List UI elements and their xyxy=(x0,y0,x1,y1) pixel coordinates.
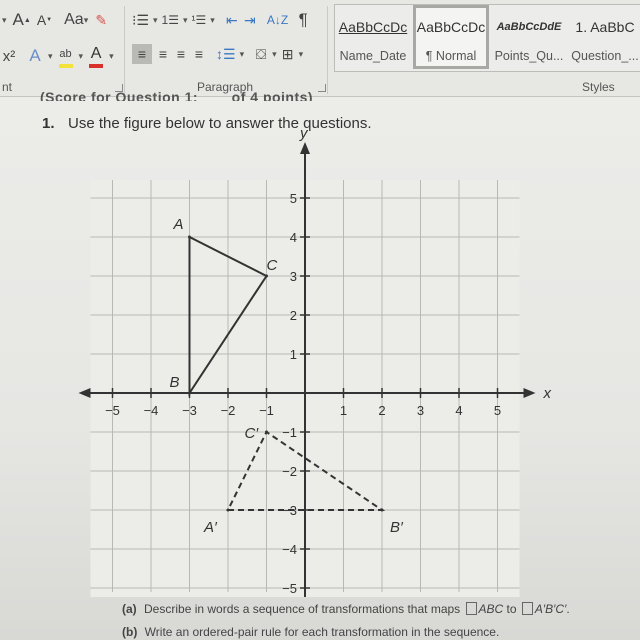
x-axis-label: x xyxy=(543,385,552,402)
styles-gallery: AaBbCcDc Name_Date AaBbCcDc ¶ Normal AaB… xyxy=(334,4,640,72)
clear-formatting-icon[interactable]: ✎ xyxy=(94,10,108,30)
font-group-label: nt xyxy=(2,80,13,94)
align-right-icon[interactable]: ≡ xyxy=(174,44,188,64)
grow-font-icon[interactable]: A ▲ xyxy=(13,10,31,30)
style-question[interactable]: 1. AaBbC Question_... xyxy=(567,5,640,69)
coordinate-graph: xy −5 −4 −3 −2 −1 1 2 3 4 5−5−4−3−2−112345 ABCA′ B… xyxy=(78,125,552,597)
y-tick-label: −2 xyxy=(282,464,297,479)
x-tick-label: 4 xyxy=(455,403,462,418)
align-left-icon[interactable]: ≡ xyxy=(132,44,152,64)
style-name-date[interactable]: AaBbCcDc Name_Date xyxy=(335,5,411,69)
highlight-color-icon[interactable]: ab xyxy=(58,44,73,68)
vertex-label: A′ xyxy=(203,519,218,536)
y-tick-label: −5 xyxy=(282,581,297,596)
numbering-icon[interactable]: 1☰ xyxy=(162,10,179,30)
show-formatting-marks-icon[interactable]: ¶ xyxy=(296,10,310,30)
triangle-symbol xyxy=(521,602,533,615)
x-axis-arrow-left xyxy=(78,388,91,398)
period: . xyxy=(566,602,570,616)
vertex-point xyxy=(265,430,268,434)
decrease-indent-icon[interactable]: ⇤ xyxy=(225,10,239,30)
document-page[interactable]: (Score for Question 1: ___ of 4 points) … xyxy=(0,89,640,640)
font-group-row-2: x² A ▾ ab ▾ A ▾ xyxy=(2,44,114,68)
x-axis-arrow-right xyxy=(523,388,536,398)
y-axis-arrow-up xyxy=(300,142,310,154)
triangle-symbol xyxy=(465,602,477,615)
increase-indent-icon[interactable]: ⇥ xyxy=(243,10,257,30)
connector-text: to xyxy=(506,602,517,616)
style-points-question[interactable]: AaBbCcDdE Points_Qu... xyxy=(491,5,567,69)
style-normal[interactable]: AaBbCcDc ¶ Normal xyxy=(413,5,489,69)
style-name: Points_Qu... xyxy=(494,49,564,63)
y-axis-label: y xyxy=(299,125,309,142)
style-sample: 1. AaBbC xyxy=(575,19,635,35)
text-effects-icon[interactable]: A xyxy=(28,46,42,66)
vertex-label: B′ xyxy=(390,519,404,536)
vertex-point xyxy=(188,235,191,239)
sub-question-a: (a) Describe in words a sequence of tran… xyxy=(122,602,570,616)
x-tick-label: −3 xyxy=(182,403,197,418)
style-name: ¶ Normal xyxy=(425,49,477,63)
y-tick-label: 1 xyxy=(290,347,297,362)
x-tick-label: −2 xyxy=(221,403,236,418)
sub-question-text: Describe in words a sequence of transfor… xyxy=(144,602,461,616)
font-group-row-1: ▾ A ▲ A ▼ Aa ▾ ✎ xyxy=(2,10,108,30)
multilevel-list-icon[interactable]: ¹☰ xyxy=(192,10,207,30)
paragraph-group-row-2: ≡ ≡ ≡ ≡ ↕☰ ▾ ⛋ ▾ ⊞ ▾ xyxy=(132,44,303,64)
change-case-icon[interactable]: Aa ▾ xyxy=(64,10,88,30)
superscript-icon[interactable]: x² xyxy=(2,46,16,66)
style-sample: AaBbCcDc xyxy=(338,19,408,35)
sort-icon[interactable]: A↓Z xyxy=(267,10,288,30)
style-name: Name_Date xyxy=(339,49,407,63)
vertex-point xyxy=(226,508,230,512)
style-name: Question_... xyxy=(571,49,639,63)
vertex-label: A xyxy=(173,216,184,233)
paragraph-group-row-1: ⁝☰ ▾ 1☰ ▾ ¹☰ ▾ ⇤ ⇥ A↓Z ¶ xyxy=(132,10,310,30)
justify-icon[interactable]: ≡ xyxy=(192,44,206,64)
triangle-name: ABC xyxy=(478,602,504,616)
vertex-label: C′ xyxy=(245,425,260,442)
style-sample: AaBbCcDc xyxy=(416,19,486,35)
vertex-point xyxy=(265,274,268,278)
y-tick-label: −4 xyxy=(282,542,297,557)
x-tick-label: 3 xyxy=(417,403,424,418)
y-tick-label: −1 xyxy=(282,425,297,440)
vertex-label: C xyxy=(267,257,278,274)
shrink-font-icon[interactable]: A ▼ xyxy=(37,10,52,30)
y-tick-label: 4 xyxy=(290,230,297,245)
paragraph-dialog-launcher[interactable] xyxy=(318,84,326,92)
x-tick-label: −5 xyxy=(105,403,120,418)
font-color-icon[interactable]: A xyxy=(89,44,104,68)
x-tick-label: −4 xyxy=(144,403,159,418)
sub-question-label: (a) xyxy=(122,602,137,616)
x-tick-label: −1 xyxy=(259,403,274,418)
x-tick-label: 2 xyxy=(378,403,385,418)
triangle-name: A′B′C′ xyxy=(534,602,567,616)
y-tick-label: 5 xyxy=(290,191,297,206)
x-tick-label: 1 xyxy=(340,403,347,418)
group-separator xyxy=(327,6,328,94)
font-size-dropdown-caret[interactable]: ▾ xyxy=(2,15,7,26)
line-spacing-icon[interactable]: ↕☰ xyxy=(216,44,236,64)
ribbon: ▾ A ▲ A ▼ Aa ▾ ✎ x² A ▾ ab ▾ A ▾ nt ⁝☰ ▾ 1☰ ▾ ¹☰… xyxy=(0,0,640,97)
style-sample: AaBbCcDdE xyxy=(496,21,562,33)
y-tick-label: 3 xyxy=(290,269,297,284)
x-tick-label: 5 xyxy=(494,403,501,418)
group-separator xyxy=(124,6,125,94)
y-tick-label: 2 xyxy=(290,308,297,323)
align-center-icon[interactable]: ≡ xyxy=(156,44,170,64)
sub-question-label: (b) xyxy=(122,625,138,639)
vertex-label: B xyxy=(170,374,180,391)
vertex-point xyxy=(188,391,191,395)
bullets-icon[interactable]: ⁝☰ xyxy=(132,10,149,30)
styles-group-label: Styles xyxy=(582,80,615,94)
shading-icon[interactable]: ⛋ xyxy=(254,44,268,64)
sub-question-b: (b) Write an ordered-pair rule for each … xyxy=(122,625,499,639)
sub-question-text: Write an ordered-pair rule for each tran… xyxy=(144,625,500,639)
borders-icon[interactable]: ⊞ xyxy=(281,44,295,64)
vertex-point xyxy=(380,508,384,512)
